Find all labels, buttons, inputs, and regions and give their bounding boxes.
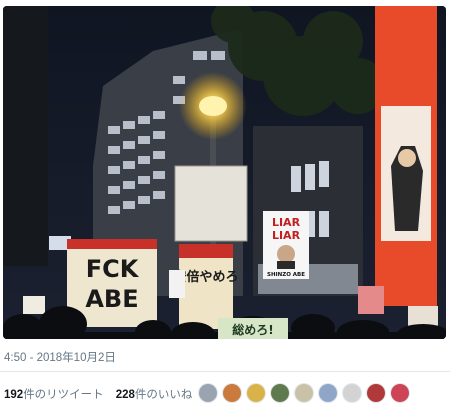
avatar[interactable]	[390, 383, 410, 403]
avatar[interactable]	[366, 383, 386, 403]
avatar[interactable]	[318, 383, 338, 403]
like-stat[interactable]: 228件のいいね	[116, 389, 193, 401]
fck-abe-sign-line2: ABE	[85, 285, 138, 313]
avatar-fill	[343, 384, 361, 402]
avatar-fill	[319, 384, 337, 402]
retweet-stat[interactable]: 192件のリツイート	[4, 389, 104, 401]
liar-sign-line2: LIAR	[272, 229, 301, 242]
avatar-fill	[367, 384, 385, 402]
like-label: 件のいいね	[134, 389, 193, 401]
avatar[interactable]	[294, 383, 314, 403]
avatar-fill	[247, 384, 265, 402]
avatar-fill	[199, 384, 217, 402]
avatar[interactable]	[198, 383, 218, 403]
bottom-sign-text: 総めろ!	[232, 322, 273, 337]
divider	[0, 371, 450, 372]
protest-night-scene: FCK ABE 安倍やめろ LIAR LIAR SHINZO ABE 総めろ!	[3, 6, 446, 339]
tweet-timestamp[interactable]: 4:50 - 2018年10月2日	[4, 349, 116, 365]
fck-abe-sign-line1: FCK	[86, 255, 140, 283]
avatar[interactable]	[222, 383, 242, 403]
retweet-count: 192	[4, 389, 24, 401]
avatar-fill	[223, 384, 241, 402]
avatar[interactable]	[270, 383, 290, 403]
liker-avatars	[198, 383, 410, 403]
like-count: 228	[115, 389, 135, 401]
liar-sign-line1: LIAR	[272, 216, 301, 229]
avatar-fill	[295, 384, 313, 402]
liar-sign-caption: SHINZO ABE	[267, 272, 305, 278]
retweet-label: 件のリツイート	[23, 389, 104, 401]
tweet-stats: 192件のリツイート 228件のいいね	[4, 386, 192, 402]
tweet-photo[interactable]: FCK ABE 安倍やめろ LIAR LIAR SHINZO ABE 総めろ!	[3, 6, 446, 339]
avatar[interactable]	[342, 383, 362, 403]
avatar-fill	[271, 384, 289, 402]
avatar[interactable]	[246, 383, 266, 403]
avatar-fill	[391, 384, 409, 402]
